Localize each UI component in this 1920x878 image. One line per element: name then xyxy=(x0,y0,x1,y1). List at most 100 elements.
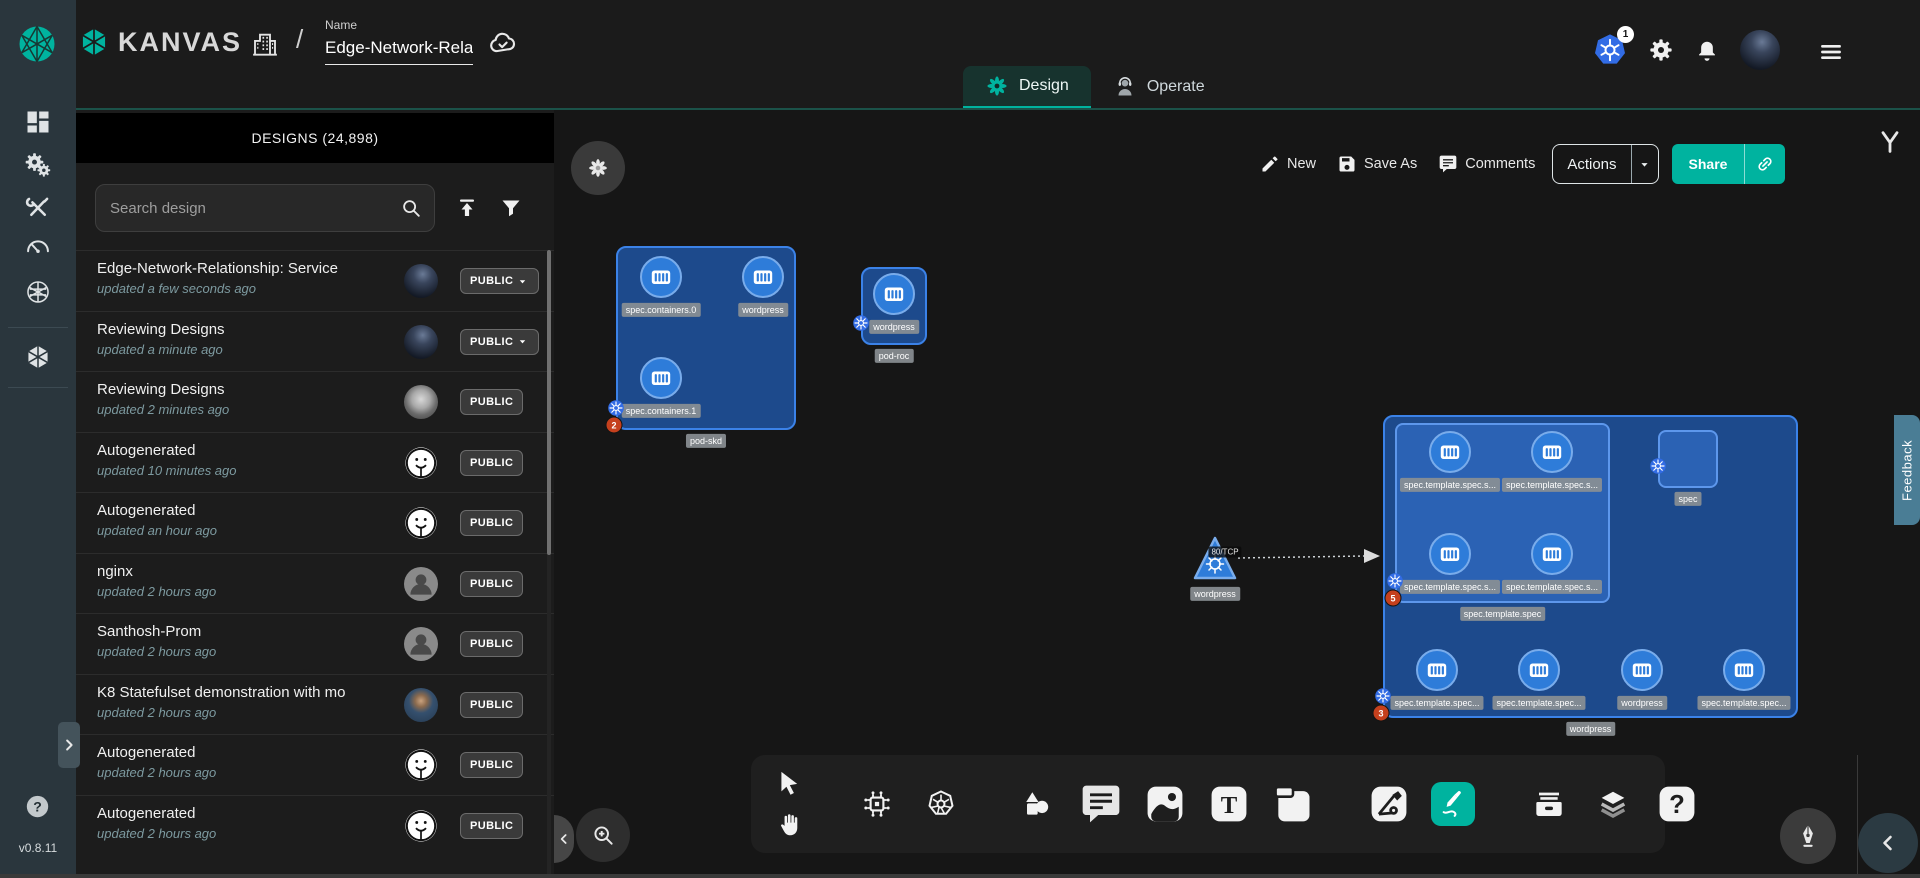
comment-icon xyxy=(1438,154,1458,174)
frame-tool[interactable] xyxy=(1271,782,1315,826)
user-avatar[interactable] xyxy=(1740,30,1780,70)
pen-mode-button[interactable] xyxy=(1780,808,1836,864)
kubernetes-context-button[interactable]: 1 xyxy=(1592,32,1628,68)
k8s-wheel-icon xyxy=(925,788,957,820)
hand-icon xyxy=(775,809,803,841)
node-container[interactable] xyxy=(1416,649,1458,691)
sidebar-expand-button[interactable] xyxy=(58,722,80,768)
help-tool[interactable]: ? xyxy=(1655,782,1699,826)
right-dock-collapse-button[interactable] xyxy=(1858,813,1918,873)
container-label: spec.template.spec... xyxy=(1697,696,1790,710)
feedback-button[interactable]: Feedback xyxy=(1894,415,1920,525)
text-tool[interactable]: T xyxy=(1207,782,1251,826)
save-as-button[interactable]: Save As xyxy=(1333,154,1421,174)
sidebar-item-lifecycle[interactable] xyxy=(24,151,52,179)
header-right-icons: 1 xyxy=(1592,30,1780,70)
canvas-toolbar: T? xyxy=(751,755,1665,853)
new-button[interactable]: New xyxy=(1256,154,1320,174)
node-container[interactable] xyxy=(1531,431,1573,473)
drawer-tool[interactable] xyxy=(1527,782,1571,826)
layers-tool[interactable] xyxy=(1591,782,1635,826)
node-container[interactable] xyxy=(640,357,682,399)
design-list-item[interactable]: K8 Statefulset demonstration with moupda… xyxy=(76,674,554,735)
horizontal-scrollbar[interactable] xyxy=(0,874,1920,878)
node-group-spec-template-spec[interactable] xyxy=(1395,423,1610,603)
visibility-badge[interactable]: PUBLIC xyxy=(460,752,523,778)
design-canvas[interactable]: New Save As Comments Actions Share pod-s… xyxy=(554,110,1920,878)
design-list-item[interactable]: Reviewing Designsupdated 2 minutes agoPU… xyxy=(76,371,554,432)
node-container[interactable] xyxy=(1429,533,1471,575)
node-container[interactable] xyxy=(640,256,682,298)
visibility-badge[interactable]: PUBLIC xyxy=(460,510,523,536)
chevron-down-icon[interactable] xyxy=(1637,157,1652,172)
share-button[interactable]: Share xyxy=(1672,144,1786,184)
hierarchy-y-icon[interactable] xyxy=(1876,128,1904,156)
visibility-badge[interactable]: PUBLIC xyxy=(460,692,523,718)
design-list-item[interactable]: Edge-Network-Relationship: Serviceupdate… xyxy=(76,250,554,311)
design-list-item[interactable]: nginxupdated 2 hours agoPUBLIC xyxy=(76,553,554,614)
components-tool[interactable] xyxy=(855,782,899,826)
zoom-in-icon xyxy=(590,822,616,848)
tab-operate[interactable]: Operate xyxy=(1091,66,1227,108)
pencil-icon xyxy=(1260,154,1280,174)
design-author-avatar xyxy=(404,325,438,359)
design-list-item[interactable]: Autogeneratedupdated 2 hours agoPUBLIC xyxy=(76,734,554,795)
meshery-logo-icon[interactable] xyxy=(17,24,57,64)
pan-tool[interactable] xyxy=(775,811,803,839)
design-list-item[interactable]: Reviewing Designsupdated a minute agoPUB… xyxy=(76,311,554,372)
sidebar-item-extensions[interactable] xyxy=(24,278,52,306)
comments-button[interactable]: Comments xyxy=(1434,154,1539,174)
import-design-icon[interactable] xyxy=(455,196,479,220)
visibility-badge[interactable]: PUBLIC xyxy=(460,813,523,839)
node-container[interactable] xyxy=(873,273,915,315)
design-list-item[interactable]: Santhosh-Promupdated 2 hours agoPUBLIC xyxy=(76,613,554,674)
image-tool[interactable] xyxy=(1143,782,1187,826)
design-list-item[interactable]: Autogeneratedupdated an hour agoPUBLIC xyxy=(76,492,554,553)
node-group-spec[interactable] xyxy=(1658,430,1718,488)
kubernetes-components-tool[interactable] xyxy=(919,782,963,826)
actions-button[interactable]: Actions xyxy=(1552,144,1658,184)
node-container[interactable] xyxy=(742,256,784,298)
design-name-input[interactable] xyxy=(325,36,473,65)
help-icon[interactable]: ? xyxy=(24,793,51,820)
design-list-item[interactable]: Autogeneratedupdated 10 minutes agoPUBLI… xyxy=(76,432,554,493)
visibility-label: PUBLIC xyxy=(470,517,513,529)
freehand-draw-tool[interactable] xyxy=(1431,782,1475,826)
node-container[interactable] xyxy=(1723,649,1765,691)
visibility-badge[interactable]: PUBLIC xyxy=(460,268,539,294)
shapes-tool[interactable] xyxy=(1015,782,1059,826)
node-container[interactable] xyxy=(1429,431,1471,473)
select-tool[interactable] xyxy=(775,769,803,797)
brand[interactable]: KANVAS xyxy=(78,26,242,58)
visibility-badge[interactable]: PUBLIC xyxy=(460,631,523,657)
comment-tool[interactable] xyxy=(1079,782,1123,826)
search-icon[interactable] xyxy=(400,197,422,219)
container-icon xyxy=(1437,541,1463,567)
visibility-badge[interactable]: PUBLIC xyxy=(460,389,523,415)
visibility-badge[interactable]: PUBLIC xyxy=(460,571,523,597)
notifications-bell-icon[interactable] xyxy=(1694,37,1720,63)
visibility-badge[interactable]: PUBLIC xyxy=(460,329,539,355)
pen-tool[interactable] xyxy=(1367,782,1411,826)
bottom-right-divider xyxy=(1857,755,1858,878)
sidebar-item-configuration[interactable] xyxy=(24,194,52,222)
settings-icon[interactable] xyxy=(1648,37,1674,63)
designs-scrollbar[interactable] xyxy=(547,250,551,878)
node-container[interactable] xyxy=(1621,649,1663,691)
tab-design[interactable]: Design xyxy=(963,66,1091,108)
sidebar-item-dashboard[interactable] xyxy=(24,108,52,136)
zoom-in-button[interactable] xyxy=(576,808,630,862)
node-container[interactable] xyxy=(1518,649,1560,691)
visibility-badge[interactable]: PUBLIC xyxy=(460,450,523,476)
design-list-item[interactable]: Autogeneratedupdated 2 hours agoPUBLIC xyxy=(76,795,554,856)
node-service-wordpress[interactable] xyxy=(1191,534,1239,582)
organization-icon[interactable] xyxy=(250,29,280,59)
container-icon xyxy=(750,264,776,290)
menu-hamburger-icon[interactable] xyxy=(1817,38,1845,66)
design-search-input[interactable] xyxy=(96,200,400,217)
sidebar-item-performance[interactable] xyxy=(24,232,52,260)
filter-icon[interactable] xyxy=(499,196,523,220)
copy-link-icon[interactable] xyxy=(1755,154,1775,174)
node-container[interactable] xyxy=(1531,533,1573,575)
sidebar-item-kanvas[interactable] xyxy=(24,343,52,371)
